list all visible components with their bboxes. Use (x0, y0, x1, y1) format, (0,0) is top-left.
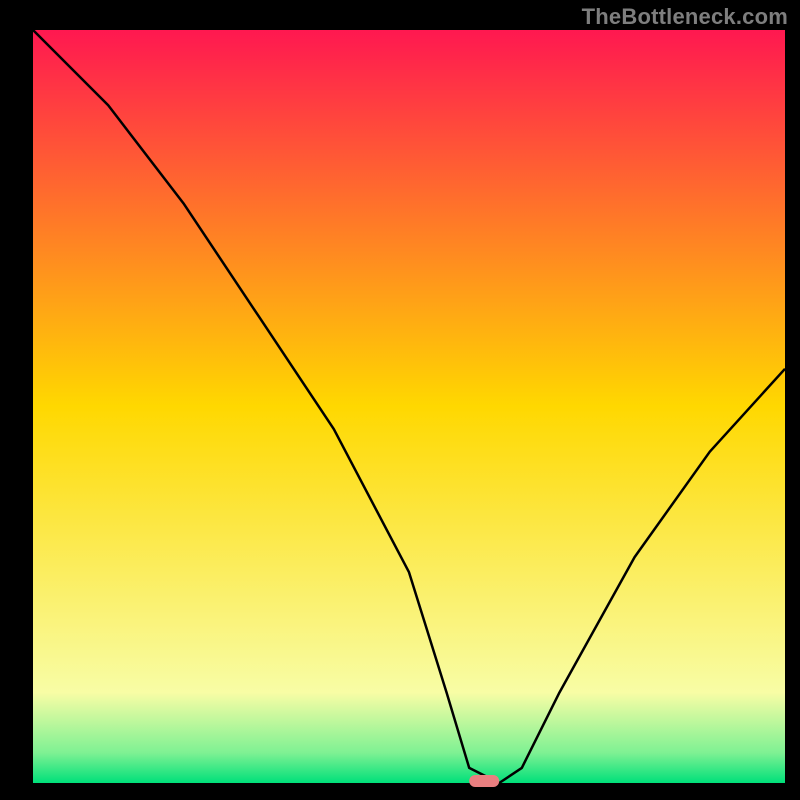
plot-background (33, 30, 785, 783)
optimal-marker (469, 775, 499, 787)
chart-root: TheBottleneck.com (0, 0, 800, 800)
watermark-label: TheBottleneck.com (582, 4, 788, 30)
bottleneck-chart (0, 0, 800, 800)
